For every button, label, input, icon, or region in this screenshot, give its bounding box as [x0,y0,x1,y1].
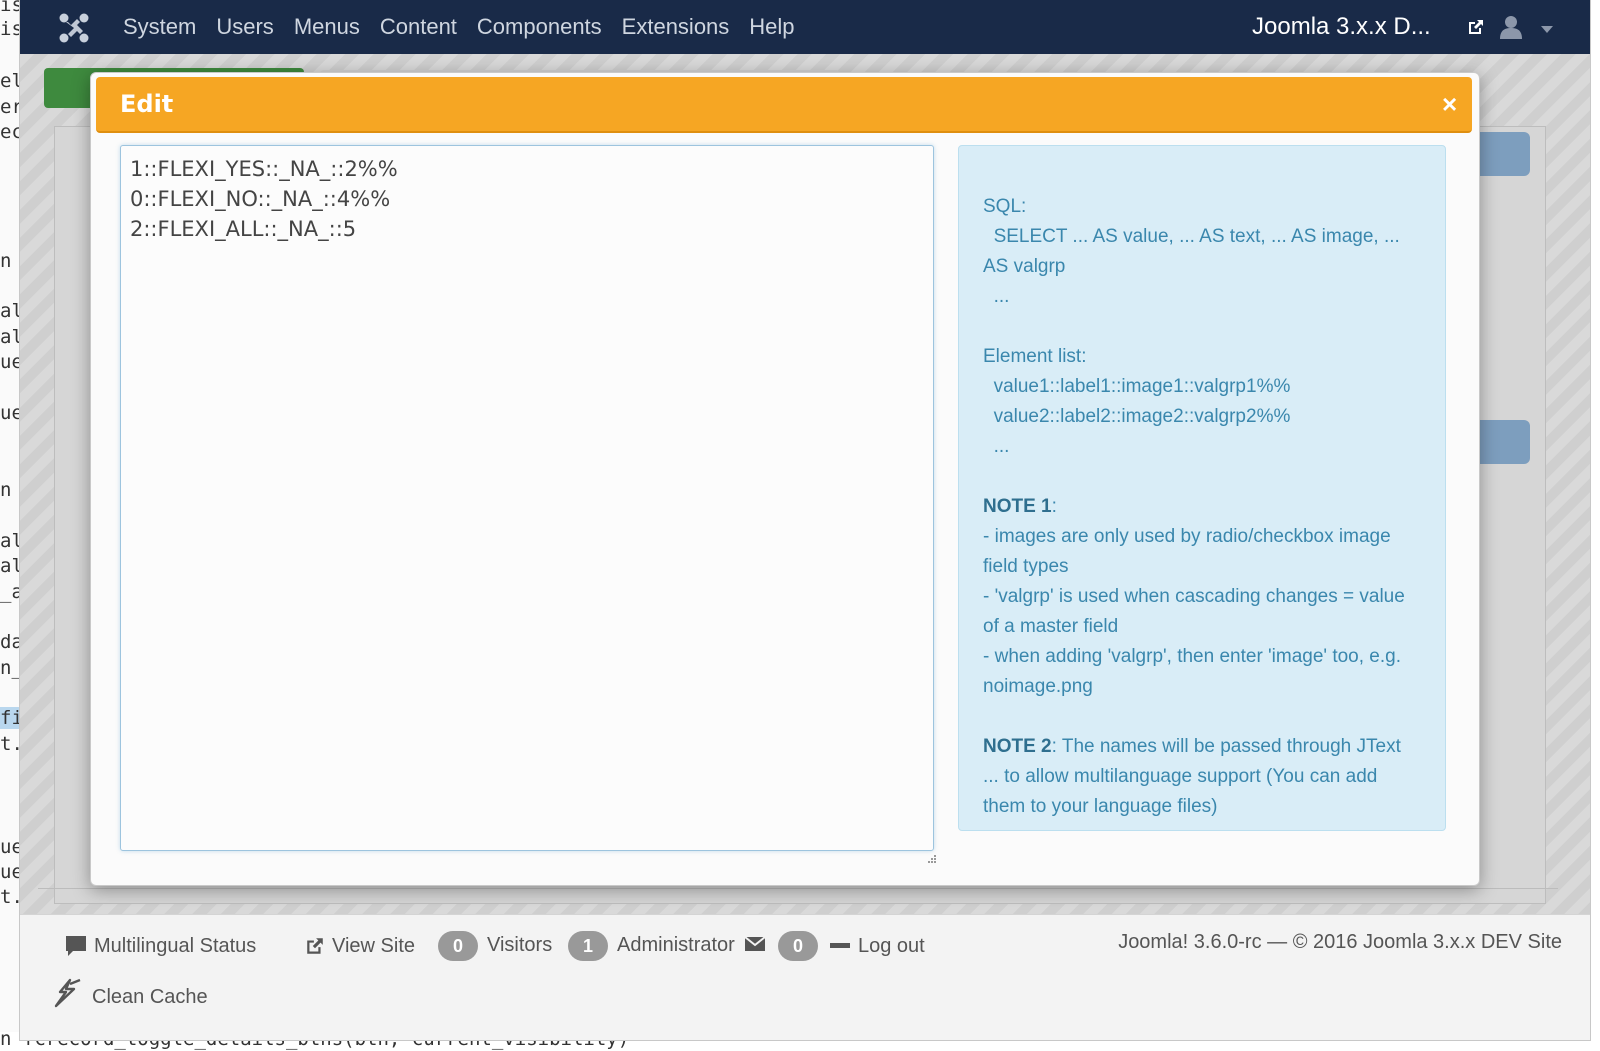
note1-item: - 'valgrp' is used when cascading change… [983,586,1411,637]
menu-content[interactable]: Content [370,14,467,40]
code-fragment: is [0,0,20,16]
clean-cache-link[interactable]: Clean Cache [92,986,208,1009]
code-fragment: el [0,70,20,92]
envelope-icon[interactable] [744,936,766,952]
code-fragment: ue [0,402,20,424]
code-fragment: er [0,96,20,118]
note2-paragraph: NOTE 2: The names will be passed through… [983,732,1421,822]
note2-label: NOTE 2 [983,736,1052,757]
code-fragment-highlighted: fi [0,707,20,729]
menu-users[interactable]: Users [206,14,283,40]
site-title-link[interactable]: Joomla 3.x.x D... [1252,13,1431,41]
messages-count-badge[interactable]: 0 [778,931,818,961]
joomla-version-text: Joomla! 3.6.0-rc — © 2016 Joomla 3.x.x D… [1118,931,1562,953]
code-fragment: ec [0,121,20,143]
code-fragment: n_ [0,657,20,679]
code-fragment: al [0,300,20,322]
code-fragment: da [0,631,20,653]
status-bar: Multilingual Status View Site 0 Visitors… [20,914,1590,1040]
element-list-ellipsis: ... [983,436,1010,457]
code-fragment: n [0,250,12,272]
code-fragment: _a [0,581,20,603]
menu-help[interactable]: Help [739,14,804,40]
menu-components[interactable]: Components [467,14,612,40]
code-fragment: t. [0,886,20,908]
edit-modal: Edit × SQL: SELECT ... AS value, ... AS … [90,72,1480,886]
divider [38,888,1558,889]
external-link-icon[interactable] [1467,18,1485,36]
modal-title: Edit [120,90,174,118]
admin-window: System Users Menus Content Components Ex… [20,0,1590,1040]
joomla-logo-icon[interactable] [58,12,90,44]
menu-menus[interactable]: Menus [284,14,370,40]
element-list-example: value1::label1::image1::valgrp1%% [983,376,1291,397]
element-list-example: value2::label2::image2::valgrp2%% [983,406,1291,427]
sql-syntax: SELECT ... AS value, ... AS text, ... AS… [983,226,1405,277]
menu-extensions[interactable]: Extensions [612,14,740,40]
minus-icon [830,943,850,948]
element-list-editor[interactable] [120,145,934,851]
code-fragment: n [0,479,12,501]
menu-system[interactable]: System [113,14,206,40]
code-fragment: ue [0,351,20,373]
note1-label: NOTE 1 [983,496,1052,517]
note1-colon: : [1051,496,1057,517]
modal-header: Edit × [96,77,1472,133]
close-icon[interactable]: × [1442,91,1457,117]
view-site-link[interactable]: View Site [332,935,415,958]
visitors-count-badge: 0 [438,931,478,961]
element-list-heading: Element list: [983,346,1087,367]
note1-item: - images are only used by radio/checkbox… [983,526,1396,577]
flash-icon [54,978,81,1008]
code-fragment: al [0,326,20,348]
code-fragment: ue [0,861,20,883]
sql-ellipsis: ... [983,286,1010,307]
code-fragment: al [0,530,20,552]
logout-link[interactable]: Log out [858,935,925,958]
help-info-panel: SQL: SELECT ... AS value, ... AS text, .… [958,145,1446,831]
admin-count-badge: 1 [568,931,608,961]
multilingual-status-link[interactable]: Multilingual Status [94,935,256,958]
comment-icon [66,936,86,956]
visitors-label: Visitors [487,934,553,956]
code-fragment: al [0,555,20,577]
chevron-down-icon[interactable] [1541,26,1553,33]
note1-item: - when adding 'valgrp', then enter 'imag… [983,646,1407,697]
resize-handle-icon[interactable] [926,853,936,863]
background-code-gutter: is is el er ec n al al ue ue n al al _a … [0,0,20,1051]
code-fragment: ue [0,836,20,858]
code-fragment: is [0,18,20,40]
user-icon[interactable] [1500,15,1522,39]
note1-heading: NOTE 1: [983,492,1421,522]
code-fragment: t. [0,733,20,755]
top-navbar: System Users Menus Content Components Ex… [20,0,1590,54]
main-menu: System Users Menus Content Components Ex… [113,0,805,54]
administrator-label: Administrator [617,934,735,956]
sql-heading: SQL: [983,196,1027,217]
external-link-icon [307,938,323,954]
